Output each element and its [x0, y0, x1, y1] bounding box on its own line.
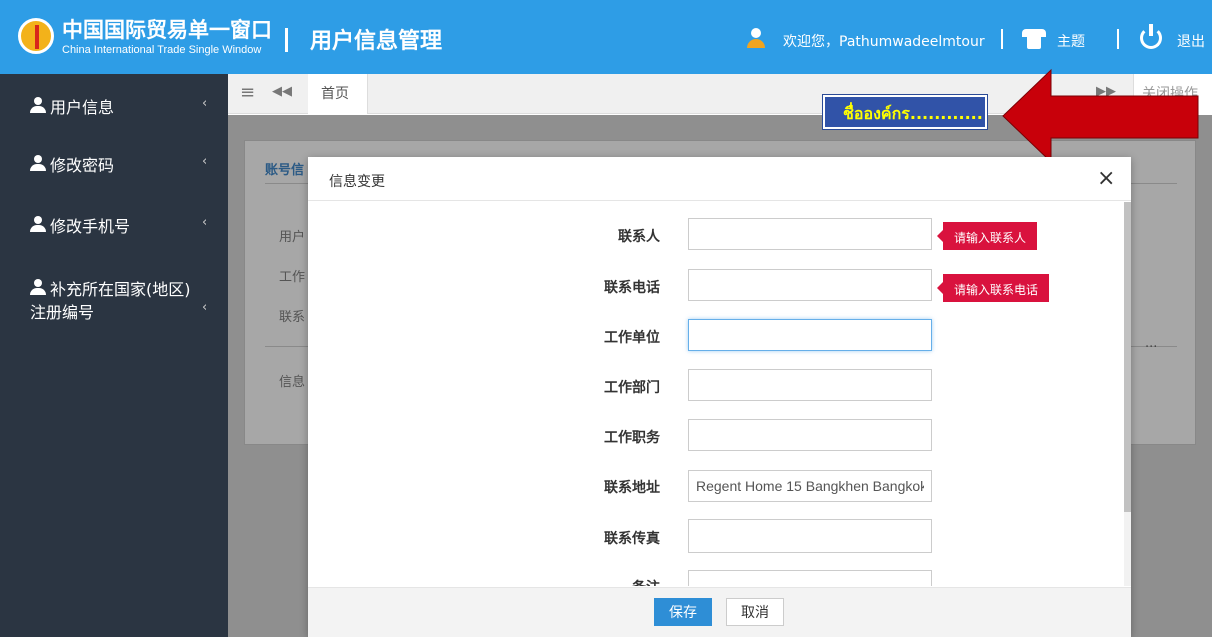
chevron-left-icon: ‹	[202, 96, 208, 111]
chevron-left-icon: ‹	[202, 154, 208, 169]
dialog-header: 信息变更 ×	[308, 157, 1131, 201]
logout-button[interactable]: 退出	[1177, 31, 1205, 51]
dialog-title: 信息变更	[329, 174, 385, 190]
field-label: 联系地址	[604, 480, 660, 496]
dialog-body: 联系人 请输入联系人 联系电话 请输入联系电话 工作单位 工作部门 工作职务 联…	[308, 202, 1131, 586]
dialog-scrollbar[interactable]	[1124, 202, 1131, 586]
contact-person-input[interactable]	[688, 218, 932, 250]
hamburger-menu-icon[interactable]: ≡	[240, 82, 255, 103]
sidebar-item-label: 注册编号	[30, 303, 95, 322]
row-label: 工作	[279, 270, 306, 285]
field-label: 工作单位	[604, 330, 660, 346]
page-title: 用户信息管理	[310, 29, 443, 54]
ellipsis-text: ...	[1145, 336, 1158, 351]
address-input[interactable]	[688, 470, 932, 502]
fax-input[interactable]	[688, 519, 932, 553]
chevron-left-icon: ‹	[202, 300, 208, 315]
department-input[interactable]	[688, 369, 932, 401]
field-label: 联系传真	[604, 531, 660, 547]
contact-phone-input[interactable]	[688, 269, 932, 301]
field-label: 联系人	[618, 229, 660, 245]
user-icon	[30, 155, 46, 171]
app-title: 中国国际贸易单一窗口	[62, 18, 272, 42]
user-icon	[747, 28, 765, 48]
save-button[interactable]: 保存	[654, 598, 712, 626]
sidebar: 用户信息 ‹ 修改密码 ‹ 修改手机号 ‹ 补充所在国家(地区) 注册编号 ‹	[0, 74, 228, 637]
user-icon	[30, 279, 46, 295]
job-title-input[interactable]	[688, 419, 932, 451]
sidebar-item-label: 用户信息	[50, 98, 115, 117]
double-chevron-left-icon[interactable]: ◀◀	[272, 84, 292, 99]
dialog-footer: 保存 取消	[308, 587, 1131, 637]
red-arrow-icon	[1002, 68, 1199, 164]
work-unit-input[interactable]	[688, 319, 932, 351]
power-icon[interactable]	[1140, 24, 1162, 49]
remarks-input[interactable]	[688, 570, 932, 586]
single-window-logo-icon	[18, 18, 54, 54]
header-separator	[1117, 29, 1119, 49]
sidebar-item-label: 修改手机号	[50, 217, 131, 236]
field-label: 备注	[500, 577, 660, 586]
sidebar-item-registration-number[interactable]: 补充所在国家(地区) 注册编号 ‹	[0, 276, 228, 322]
header-divider	[285, 28, 288, 52]
user-icon	[30, 97, 46, 113]
top-bar: 中国国际贸易单一窗口 China International Trade Sin…	[0, 0, 1212, 74]
field-label: 联系电话	[604, 280, 660, 296]
close-icon[interactable]: ×	[1097, 166, 1115, 191]
sidebar-item-label: 修改密码	[50, 156, 115, 175]
field-label: 工作部门	[604, 380, 660, 396]
header-separator	[1001, 29, 1003, 49]
welcome-text: 欢迎您，Pathumwadeelmtour	[783, 34, 985, 50]
error-tooltip: 请输入联系人	[936, 222, 1038, 250]
annotation-label: ชื่อองค์กร............	[822, 94, 988, 130]
edit-info-dialog: 信息变更 × 联系人 请输入联系人 联系电话 请输入联系电话 工作单位 工作部门…	[308, 157, 1131, 637]
row-label: 联系	[279, 310, 306, 325]
app-subtitle: China International Trade Single Window	[62, 44, 262, 56]
row-label: 用户	[279, 230, 306, 245]
user-icon	[30, 216, 46, 232]
error-tooltip: 请输入联系电话	[936, 274, 1050, 302]
cancel-button[interactable]: 取消	[726, 598, 784, 626]
tshirt-icon[interactable]	[1022, 26, 1046, 50]
chevron-left-icon: ‹	[202, 215, 208, 230]
section-heading: 账号信	[265, 163, 305, 178]
theme-button[interactable]: 主题	[1057, 31, 1085, 51]
field-label: 工作职务	[604, 430, 660, 446]
scrollbar-thumb[interactable]	[1124, 202, 1131, 512]
sidebar-item-label: 补充所在国家(地区)	[50, 280, 191, 299]
row-label: 信息	[279, 375, 306, 390]
tab-home[interactable]: 首页	[308, 74, 368, 114]
